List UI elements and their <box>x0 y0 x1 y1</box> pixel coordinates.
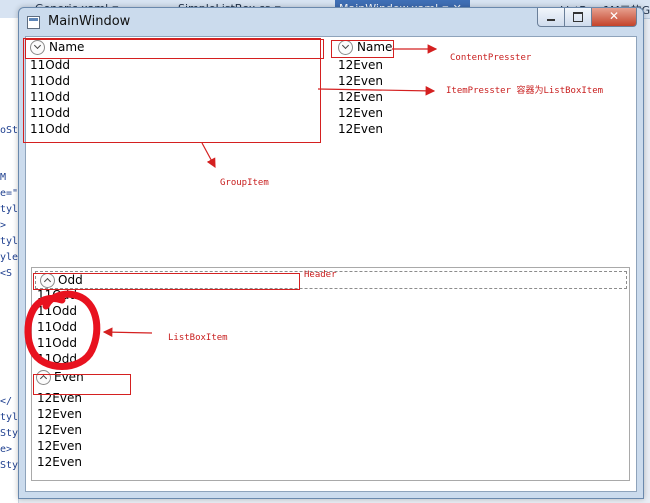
ide-code-editor: oSt M e=" tyl > tyl yle <S </ tyl Sty e>… <box>0 18 19 503</box>
window-controls: ✕ <box>537 8 637 27</box>
group-header-label: Odd <box>58 273 83 287</box>
annotation-items-presenter: ItemPresster 容器为ListBoxItem <box>446 86 604 96</box>
list-item[interactable]: 11Odd <box>32 319 629 335</box>
chevron-up-icon[interactable] <box>40 273 55 288</box>
title-bar[interactable]: MainWindow ✕ <box>19 8 643 36</box>
list-item[interactable]: 11Odd <box>32 303 629 319</box>
code-line: M <box>0 172 7 183</box>
code-line: <S <box>0 268 13 279</box>
list-item[interactable]: 12Even <box>334 121 454 137</box>
close-button[interactable]: ✕ <box>592 8 637 27</box>
code-line: tyl <box>0 204 19 215</box>
list-item[interactable]: 11Odd <box>26 121 326 137</box>
list-item[interactable]: 11Odd <box>26 105 326 121</box>
grouped-listbox-bottom[interactable]: Odd 11Odd 11Odd 11Odd 11Odd 11Odd Even 1… <box>31 267 630 481</box>
chevron-down-icon[interactable] <box>30 40 45 55</box>
window-client-area: Name 11Odd 11Odd 11Odd 11Odd 11Odd Name … <box>25 36 637 492</box>
group-header-label: Even <box>54 370 84 384</box>
code-line: oSt <box>0 125 19 136</box>
annotation-listbox-item: ListBoxItem <box>168 333 228 343</box>
chevron-up-icon[interactable] <box>36 370 51 385</box>
list-item[interactable]: 12Even <box>32 406 629 422</box>
list-item[interactable]: 12Even <box>32 454 629 470</box>
code-line: </ <box>0 396 13 407</box>
list-item[interactable]: 12Even <box>334 57 454 73</box>
group-item-even: Name 12Even 12Even 12Even 12Even 12Even <box>334 37 454 137</box>
group-item-odd: Name 11Odd 11Odd 11Odd 11Odd 11Odd <box>26 37 326 137</box>
code-line: Sty <box>0 460 19 471</box>
code-line: yle <box>0 252 19 263</box>
list-item[interactable]: 12Even <box>334 89 454 105</box>
list-item[interactable]: 11Odd <box>32 351 629 367</box>
close-icon: ✕ <box>608 9 620 23</box>
list-item[interactable]: 12Even <box>32 438 629 454</box>
group-item-odd: Odd 11Odd 11Odd 11Odd 11Odd 11Odd <box>32 268 629 367</box>
group-items: 11Odd 11Odd 11Odd 11Odd 11Odd <box>32 287 629 367</box>
list-item[interactable]: 12Even <box>334 73 454 89</box>
annotation-group-item: GroupItem <box>220 178 269 188</box>
window-app-icon <box>27 16 40 29</box>
code-line: > <box>0 220 7 231</box>
annotation-content-presenter: ContentPresster <box>450 53 532 63</box>
list-item[interactable]: 11Odd <box>26 89 326 105</box>
group-header-label: Name <box>49 40 85 54</box>
group-header-label: Name <box>357 40 393 54</box>
code-line: Sty <box>0 428 19 439</box>
maximize-icon <box>573 12 583 22</box>
code-line: e=" <box>0 188 19 199</box>
code-line: tyl <box>0 412 19 423</box>
window-title: MainWindow <box>48 14 131 29</box>
minimize-button[interactable] <box>537 8 565 27</box>
list-item[interactable]: 12Even <box>32 422 629 438</box>
group-header[interactable]: Name <box>26 37 326 57</box>
list-item[interactable]: 11Odd <box>32 335 629 351</box>
code-line: e> <box>0 444 13 455</box>
list-item[interactable]: 12Even <box>334 105 454 121</box>
maximize-button[interactable] <box>565 8 592 27</box>
group-item-even: Even 12Even 12Even 12Even 12Even 12Even <box>32 368 629 470</box>
group-header[interactable]: Even <box>32 368 629 390</box>
list-item[interactable]: 11Odd <box>26 73 326 89</box>
list-item[interactable]: 12Even <box>32 390 629 406</box>
chevron-down-icon[interactable] <box>338 40 353 55</box>
grouped-listbox-top[interactable]: Name 11Odd 11Odd 11Odd 11Odd 11Odd Name … <box>26 37 636 262</box>
list-item[interactable]: 11Odd <box>32 287 629 303</box>
minimize-icon <box>547 19 555 21</box>
main-window: MainWindow ✕ Name 11Odd 11Odd 11Odd 11Od… <box>18 7 644 499</box>
list-item[interactable]: 11Odd <box>26 57 326 73</box>
annotation-header: Header <box>304 270 337 280</box>
code-line: tyl <box>0 236 19 247</box>
group-header[interactable]: Name <box>334 37 454 57</box>
